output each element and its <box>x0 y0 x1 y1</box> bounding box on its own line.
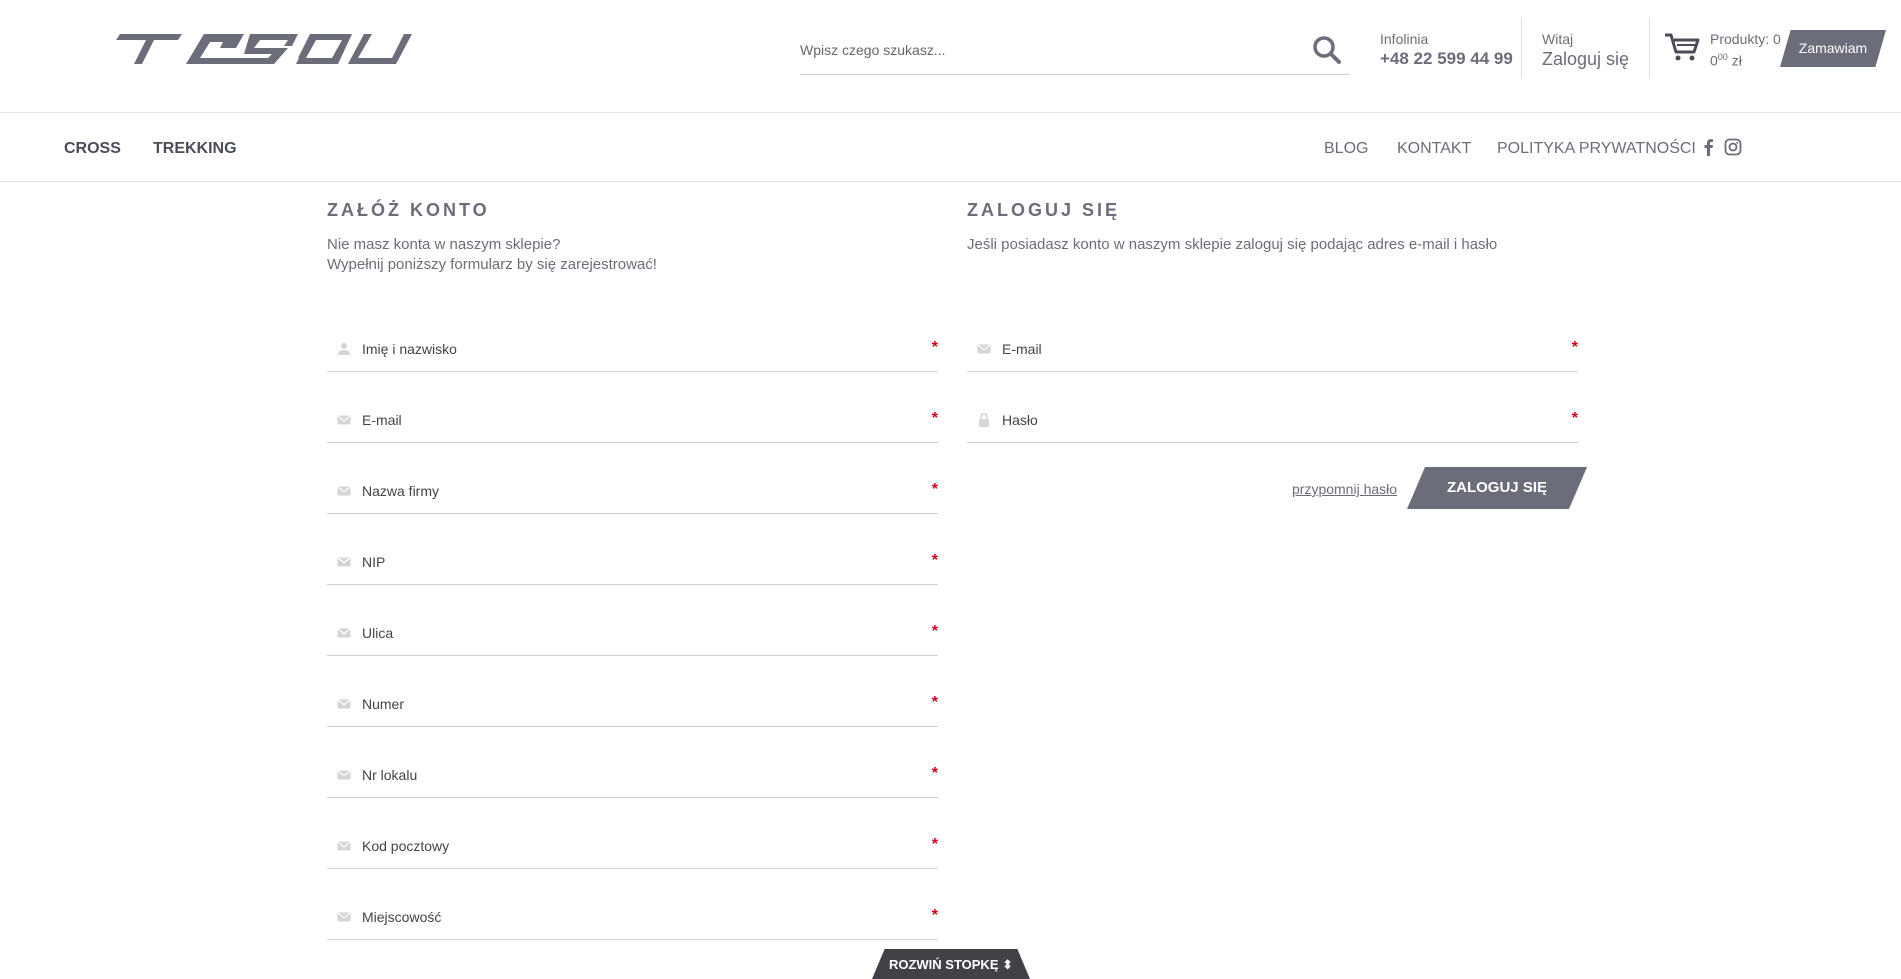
register-input[interactable] <box>362 834 902 858</box>
register-field[interactable]: * <box>327 892 938 940</box>
register-field[interactable]: * <box>327 821 938 869</box>
remind-password-link[interactable]: przypomnij hasło <box>1292 481 1397 497</box>
envelope-icon <box>337 841 351 851</box>
register-input[interactable] <box>362 621 902 645</box>
envelope-icon <box>337 486 351 496</box>
envelope-icon <box>977 344 991 354</box>
login-field[interactable]: * <box>967 324 1578 372</box>
tabou-logo[interactable] <box>112 34 414 64</box>
register-input[interactable] <box>362 550 902 574</box>
required-mark: * <box>931 552 938 569</box>
header-divider <box>1649 18 1650 78</box>
instagram-icon[interactable] <box>1724 138 1742 156</box>
main-nav: CROSS TREKKING BLOG KONTAKT POLITYKA PRY… <box>0 113 1901 182</box>
envelope-icon <box>337 699 351 709</box>
welcome-label: Witaj <box>1542 31 1574 47</box>
register-field[interactable]: * <box>327 466 938 514</box>
envelope-icon <box>337 415 351 425</box>
facebook-icon[interactable] <box>1700 138 1718 156</box>
hotline: Infolinia +48 22 599 44 99 <box>1380 31 1513 69</box>
register-field[interactable]: * <box>327 324 938 372</box>
register-field[interactable]: * <box>327 537 938 585</box>
header-divider <box>1521 18 1522 78</box>
cart-icon[interactable] <box>1664 32 1700 62</box>
nav-item-cross[interactable]: CROSS <box>64 140 121 158</box>
required-mark: * <box>1571 339 1578 356</box>
register-field[interactable]: * <box>327 395 938 443</box>
login-input[interactable] <box>1002 337 1542 361</box>
register-section: ZAŁÓŻ KONTO Nie masz konta w naszym skle… <box>327 200 938 275</box>
envelope-icon <box>337 628 351 638</box>
register-input[interactable] <box>362 692 902 716</box>
required-mark: * <box>931 410 938 427</box>
required-mark: * <box>931 623 938 640</box>
register-input[interactable] <box>362 905 902 929</box>
search-bar <box>800 24 1350 75</box>
required-mark: * <box>931 836 938 853</box>
register-description: Nie masz konta w naszym sklepie? Wypełnij… <box>327 236 657 273</box>
register-input[interactable] <box>362 408 902 432</box>
required-mark: * <box>931 694 938 711</box>
nav-item-privacy[interactable]: POLITYKA PRYWATNOŚCI <box>1497 140 1696 158</box>
required-mark: * <box>931 481 938 498</box>
register-input[interactable] <box>362 479 902 503</box>
register-field[interactable]: * <box>327 750 938 798</box>
search-icon[interactable] <box>1312 35 1342 65</box>
hotline-label: Infolinia <box>1380 31 1429 47</box>
search-input[interactable] <box>800 38 1300 62</box>
lock-icon <box>979 413 989 427</box>
account-box: Witaj Zaloguj się <box>1542 31 1629 70</box>
envelope-icon <box>337 557 351 567</box>
cart-summary[interactable]: Produkty: 0 000 zł <box>1710 30 1781 70</box>
site-header: Infolinia +48 22 599 44 99 Witaj Zaloguj… <box>0 0 1901 113</box>
register-title: ZAŁÓŻ KONTO <box>327 200 490 220</box>
nav-item-blog[interactable]: BLOG <box>1324 140 1368 158</box>
required-mark: * <box>1571 410 1578 427</box>
register-input[interactable] <box>362 763 902 787</box>
register-field[interactable]: * <box>327 608 938 656</box>
login-description: Jeśli posiadasz konto w naszym sklepie z… <box>967 236 1498 253</box>
register-field[interactable]: * <box>327 679 938 727</box>
nav-item-kontakt[interactable]: KONTAKT <box>1397 140 1471 158</box>
envelope-icon <box>337 912 351 922</box>
order-button[interactable]: Zamawiam <box>1780 30 1886 67</box>
envelope-icon <box>337 770 351 780</box>
cart-products-count: Produkty: 0 <box>1710 31 1781 47</box>
updown-icon: ⬍ <box>1002 957 1014 972</box>
expand-footer-button[interactable]: ROZWIŃ STOPKĘ ⬍ <box>872 949 1030 979</box>
login-field[interactable]: * <box>967 395 1578 443</box>
required-mark: * <box>931 765 938 782</box>
login-input[interactable] <box>1002 408 1542 432</box>
cart-total: 000 zł <box>1710 52 1742 69</box>
login-section: ZALOGUJ SIĘ Jeśli posiadasz konto w nasz… <box>967 200 1587 255</box>
register-input[interactable] <box>362 337 902 361</box>
user-icon <box>338 343 350 355</box>
login-submit-button[interactable]: ZALOGUJ SIĘ <box>1407 467 1587 509</box>
nav-item-trekking[interactable]: TREKKING <box>153 140 237 158</box>
hotline-phone[interactable]: +48 22 599 44 99 <box>1380 49 1513 69</box>
required-mark: * <box>931 339 938 356</box>
login-link[interactable]: Zaloguj się <box>1542 49 1629 70</box>
login-title: ZALOGUJ SIĘ <box>967 200 1121 220</box>
required-mark: * <box>931 907 938 924</box>
